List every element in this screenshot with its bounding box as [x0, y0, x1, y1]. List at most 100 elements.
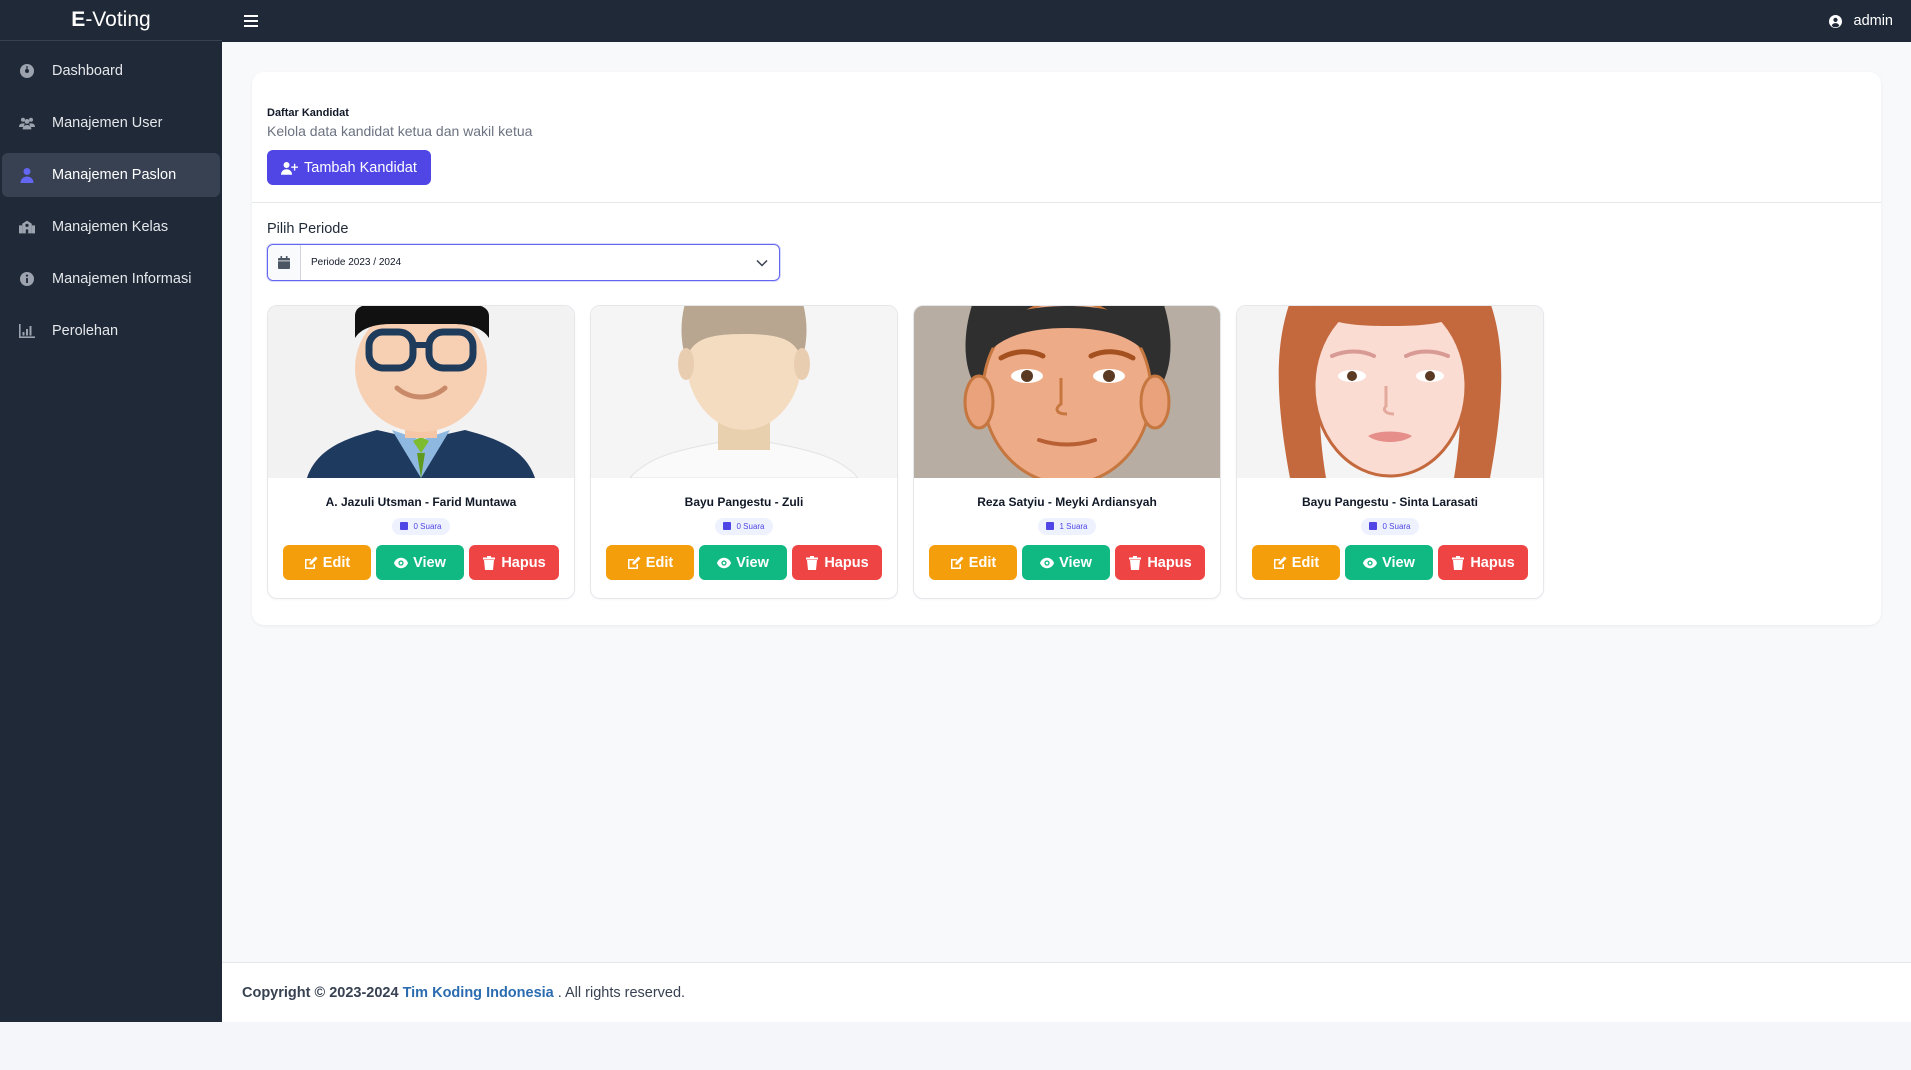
delete-button[interactable]: Hapus: [469, 545, 559, 580]
candidate-name: Bayu Pangestu - Sinta Larasati: [1301, 495, 1479, 509]
users-icon: [18, 114, 36, 132]
card-header: Daftar Kandidat Kelola data kandidat ket…: [252, 72, 1881, 203]
eye-icon: [394, 557, 409, 568]
sidebar-item-label: Manajemen User: [52, 115, 163, 131]
sidebar-item-perolehan[interactable]: Perolehan: [2, 309, 220, 353]
sidebar-item-label: Manajemen Informasi: [52, 271, 192, 287]
view-button[interactable]: View: [699, 545, 787, 580]
delete-label: Hapus: [1147, 554, 1192, 571]
edit-button[interactable]: Edit: [283, 545, 371, 580]
eye-icon: [1363, 557, 1378, 568]
dashboard-icon: [18, 62, 36, 80]
sidebar-item-users[interactable]: Manajemen User: [2, 101, 220, 145]
candidate-card-item: Bayu Pangestu - Sinta Larasati 0 Suara E…: [1236, 305, 1544, 599]
candidate-actions: Edit View Hapus: [591, 545, 897, 580]
edit-label: Edit: [322, 554, 351, 571]
footer: Copyright © 2023-2024 Tim Koding Indones…: [222, 962, 1911, 1022]
vote-count: 0 Suara: [736, 521, 765, 531]
vote-box-icon: [1046, 522, 1055, 530]
view-label: View: [1059, 554, 1092, 571]
candidate-photo: [268, 306, 574, 478]
edit-icon: [627, 556, 641, 569]
edit-button[interactable]: Edit: [1252, 545, 1340, 580]
candidate-photo: [1237, 306, 1543, 478]
periode-label: Pilih Periode: [267, 221, 349, 237]
user-icon: [18, 166, 36, 184]
main-content: Daftar Kandidat Kelola data kandidat ket…: [222, 42, 1911, 962]
chart-icon: [18, 322, 36, 340]
candidate-actions: Edit View Hapus: [914, 545, 1220, 580]
periode-select-value: Periode 2023 / 2024: [311, 257, 402, 268]
footer-link[interactable]: Tim Koding Indonesia: [403, 985, 554, 1001]
view-label: View: [413, 554, 446, 571]
user-menu[interactable]: admin: [1828, 13, 1894, 29]
eye-icon: [1040, 557, 1055, 568]
sidebar-item-dashboard[interactable]: Dashboard: [2, 49, 220, 93]
sidebar-item-label: Perolehan: [52, 323, 119, 339]
trash-icon: [1129, 555, 1142, 570]
delete-button[interactable]: Hapus: [792, 545, 882, 580]
footer-copyright: Copyright © 2023-2024: [242, 984, 399, 1001]
add-candidate-label: Tambah Kandidat: [304, 159, 417, 176]
user-name: admin: [1853, 13, 1894, 29]
view-button[interactable]: View: [376, 545, 464, 580]
vote-count: 0 Suara: [413, 521, 442, 531]
calendar-icon: [268, 245, 301, 280]
brand-bold: E: [71, 8, 86, 31]
vote-box-icon: [723, 522, 732, 530]
edit-label: Edit: [645, 554, 674, 571]
view-label: View: [1382, 554, 1415, 571]
footer-rights: . All rights reserved.: [557, 984, 686, 1001]
sidebar-item-kelas[interactable]: Manajemen Kelas: [2, 205, 220, 249]
candidate-name: A. Jazuli Utsman - Farid Muntawa: [325, 495, 517, 509]
vote-box-icon: [400, 522, 409, 530]
edit-button[interactable]: Edit: [929, 545, 1017, 580]
edit-icon: [304, 556, 318, 569]
view-button[interactable]: View: [1022, 545, 1110, 580]
edit-button[interactable]: Edit: [606, 545, 694, 580]
trash-icon: [806, 555, 819, 570]
delete-button[interactable]: Hapus: [1115, 545, 1205, 580]
candidate-name: Bayu Pangestu - Zuli: [684, 495, 804, 509]
candidate-name: Reza Satyiu - Meyki Ardiansyah: [977, 495, 1157, 509]
candidate-photo: [914, 306, 1220, 478]
sidebar-item-label: Manajemen Kelas: [52, 219, 169, 235]
view-button[interactable]: View: [1345, 545, 1433, 580]
vote-count-badge: 0 Suara: [392, 517, 450, 535]
vote-count: 1 Suara: [1059, 521, 1088, 531]
eye-icon: [717, 557, 732, 568]
edit-icon: [1273, 556, 1287, 569]
candidate-card-item: A. Jazuli Utsman - Farid Muntawa 0 Suara…: [267, 305, 575, 599]
sidebar-item-label: Dashboard: [52, 63, 123, 79]
sidebar-item-label: Manajemen Paslon: [52, 167, 177, 183]
brand-rest: -Voting: [85, 8, 151, 31]
add-candidate-button[interactable]: Tambah Kandidat: [267, 150, 431, 185]
edit-label: Edit: [968, 554, 997, 571]
hamburger-icon: [244, 15, 258, 27]
view-label: View: [736, 554, 769, 571]
sidebar-item-paslon[interactable]: Manajemen Paslon: [2, 153, 220, 197]
brand-logo[interactable]: E -Voting: [0, 0, 222, 41]
candidate-card: Daftar Kandidat Kelola data kandidat ket…: [252, 72, 1881, 625]
school-icon: [18, 218, 36, 236]
topbar: admin: [222, 0, 1911, 42]
edit-label: Edit: [1291, 554, 1320, 571]
periode-select[interactable]: Periode 2023 / 2024: [267, 244, 780, 281]
delete-label: Hapus: [501, 554, 546, 571]
delete-button[interactable]: Hapus: [1438, 545, 1528, 580]
user-circle-icon: [1828, 14, 1842, 28]
delete-label: Hapus: [1470, 554, 1515, 571]
page-title: Daftar Kandidat: [267, 107, 349, 119]
edit-icon: [950, 556, 964, 569]
candidate-card-item: Reza Satyiu - Meyki Ardiansyah 1 Suara E…: [913, 305, 1221, 599]
candidate-card-item: Bayu Pangestu - Zuli 0 Suara Edit View H…: [590, 305, 898, 599]
candidate-actions: Edit View Hapus: [1237, 545, 1543, 580]
sidebar-item-informasi[interactable]: Manajemen Informasi: [2, 257, 220, 301]
vote-count: 0 Suara: [1382, 521, 1411, 531]
sidebar-nav: Dashboard Manajemen User Manajemen Paslo…: [0, 41, 222, 369]
menu-toggle-button[interactable]: [240, 10, 262, 32]
chevron-down-icon: [745, 259, 779, 267]
trash-icon: [1452, 555, 1465, 570]
page-subtitle: Kelola data kandidat ketua dan wakil ket…: [267, 123, 533, 139]
candidate-list: A. Jazuli Utsman - Farid Muntawa 0 Suara…: [267, 305, 1544, 599]
